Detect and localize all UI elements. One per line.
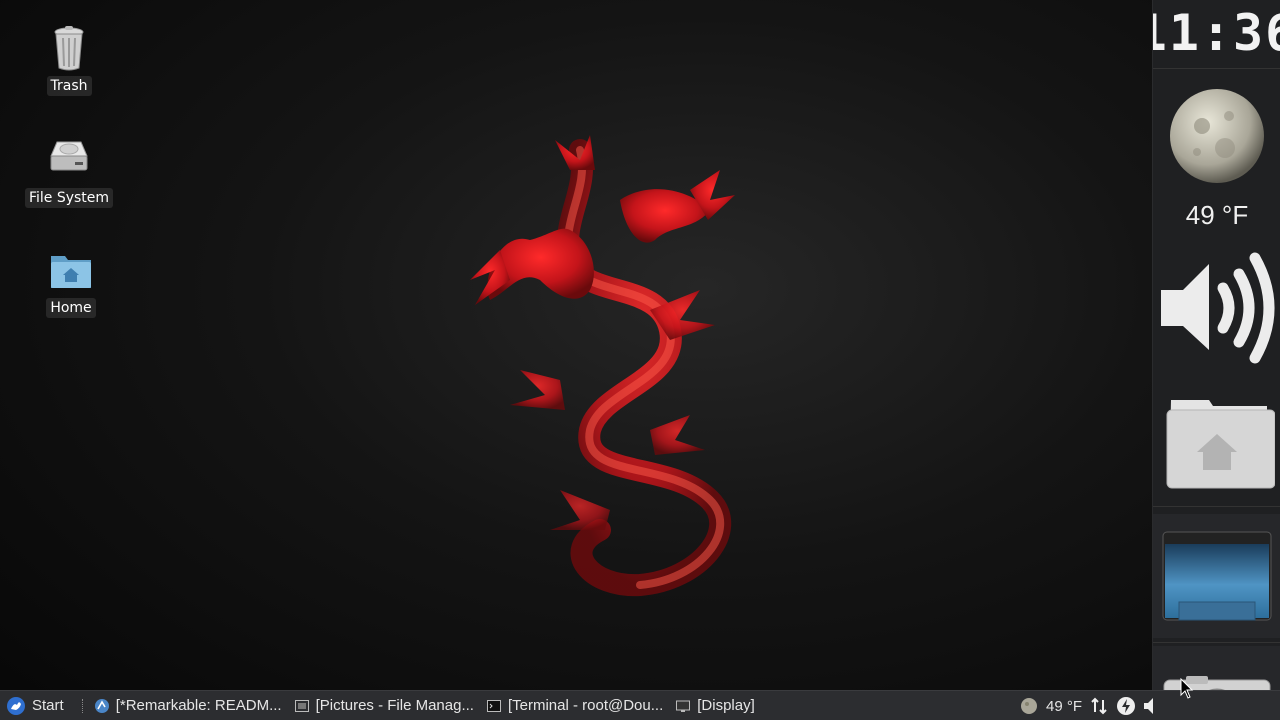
desktop-icon-home[interactable]: Home (16, 246, 126, 318)
network-icon[interactable] (1090, 697, 1108, 715)
speaker-volume-icon (1161, 252, 1275, 364)
mouse-cursor-icon (1180, 678, 1194, 699)
desktop-icon-file-system[interactable]: File System (14, 136, 124, 208)
power-icon[interactable] (1116, 696, 1136, 716)
taskbar-separator (81, 698, 84, 713)
taskbar: Start [*Remarkable: READM... [Pictures -… (0, 690, 1280, 720)
dock-home-folder-launcher[interactable] (1153, 394, 1280, 494)
task-button-display[interactable]: [Display] (669, 691, 761, 720)
tray-temperature[interactable]: 49 °F (1046, 698, 1082, 715)
dock-screenshot-launcher[interactable] (1153, 646, 1280, 690)
remarkable-app-icon (94, 698, 109, 713)
dock-separator (1153, 642, 1280, 643)
dock-separator (1153, 68, 1280, 69)
task-label: [*Remarkable: READM... (115, 697, 282, 714)
home-folder-icon (51, 256, 91, 288)
task-button-terminal[interactable]: [Terminal - root@Dou... (480, 691, 669, 720)
trash-icon (54, 26, 84, 71)
desktop-icon-label: Trash (46, 76, 92, 96)
display-icon (1162, 531, 1272, 621)
task-label: [Display] (697, 697, 755, 714)
desktop-icon-label: Home (46, 298, 96, 318)
terminal-icon (486, 699, 501, 712)
camera-icon (1163, 676, 1271, 690)
weather-widget[interactable] (1153, 86, 1280, 186)
dock-display-launcher[interactable] (1153, 514, 1280, 638)
task-label: [Pictures - File Manag... (315, 697, 474, 714)
window-icon (294, 699, 309, 712)
dock-panel: 11:36 49 °F (1152, 0, 1280, 690)
desktop[interactable]: Trash File System Home (0, 0, 1150, 690)
desktop-icon-label: File System (24, 188, 114, 208)
task-button-remarkable[interactable]: [*Remarkable: READM... (88, 691, 288, 720)
task-button-file-manager[interactable]: [Pictures - File Manag... (288, 691, 480, 720)
start-label: Start (32, 697, 64, 714)
hard-drive-icon (50, 141, 88, 171)
home-folder-icon (1166, 400, 1275, 489)
system-tray: 49 °F (1020, 691, 1154, 720)
dock-temperature: 49 °F (1185, 200, 1249, 230)
volume-tray-icon[interactable] (1144, 697, 1154, 715)
task-label: [Terminal - root@Dou... (507, 697, 664, 714)
monitor-icon (676, 700, 691, 712)
moon-icon (1170, 89, 1264, 183)
desktop-icon-trash[interactable]: Trash (14, 24, 124, 96)
dock-separator (1153, 506, 1280, 507)
dock-clock[interactable]: 11:36 (1153, 0, 1280, 66)
dragon-wallpaper (470, 135, 735, 597)
volume-control[interactable] (1153, 250, 1280, 366)
moon-weather-icon[interactable] (1020, 697, 1038, 715)
start-menu-icon (7, 696, 25, 715)
start-button[interactable]: Start (0, 691, 70, 720)
